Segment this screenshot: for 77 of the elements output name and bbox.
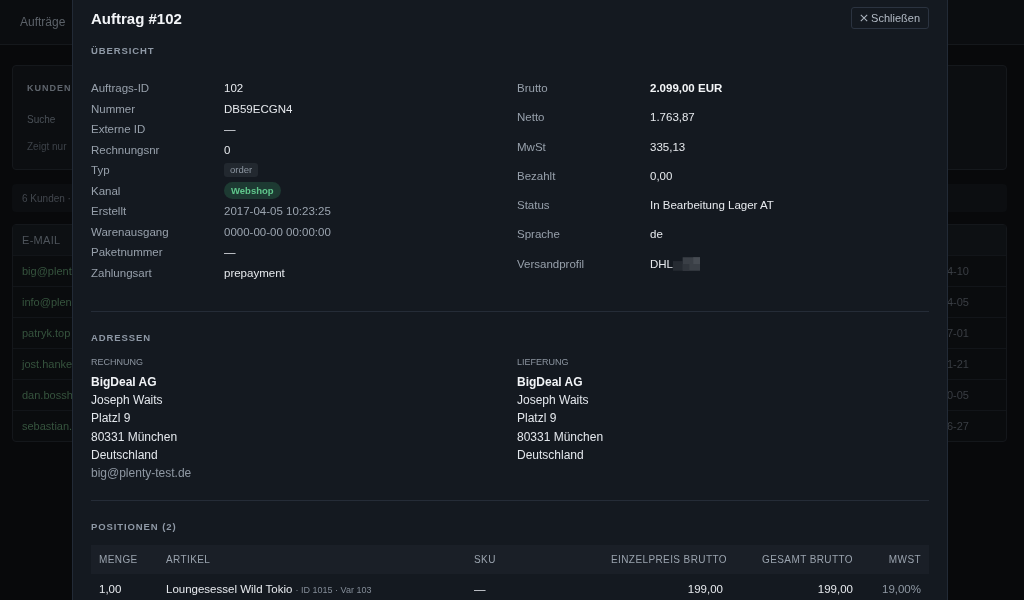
column-header: GESAMT BRUTTO	[731, 545, 861, 575]
company-name: BigDeal AG	[91, 374, 157, 391]
field-value: de	[650, 227, 663, 243]
article-name: Loungesessel Wild Tokio	[166, 583, 293, 596]
email-link[interactable]: sebastian.	[22, 420, 73, 432]
field-label: Erstellt	[91, 204, 128, 219]
email-address: big@plenty-test.de	[91, 465, 192, 482]
company-name: BigDeal AG	[517, 374, 583, 391]
article-meta: · ID 1015 · Var 103	[295, 585, 372, 596]
field-label: Rechnungsnr	[91, 142, 161, 158]
address-line: Joseph Waits	[517, 392, 589, 410]
column-header: MWST	[861, 545, 929, 575]
column-header: E-MAIL	[22, 234, 61, 246]
modal-title: Auftrag #102	[91, 9, 182, 27]
close-icon	[860, 14, 869, 22]
field-label: Kanal	[91, 183, 122, 199]
field-label: Sprache	[517, 227, 561, 243]
field-label: Bezahlt	[517, 168, 557, 184]
field-label: Brutto	[517, 81, 549, 96]
type-tag: order	[224, 163, 259, 178]
field-value: prepayment	[224, 265, 285, 281]
field-value: 2.099,00 EUR	[650, 81, 723, 96]
section-heading: ADRESSEN	[91, 331, 152, 345]
column-header: ARTIKEL	[158, 545, 466, 575]
column-header: MENGE	[91, 545, 158, 575]
field-label: Warenausgang	[91, 224, 170, 240]
field-value: —	[224, 122, 236, 137]
field-label: Netto	[517, 110, 546, 126]
field-value: —	[224, 245, 236, 260]
address-line: 80331 München	[91, 428, 178, 446]
field-label: Typ	[91, 163, 111, 178]
address-line: Deutschland	[517, 446, 584, 464]
total-price: 199,00	[817, 583, 853, 596]
field-label: Externe ID	[91, 122, 147, 137]
field-label: Auftrags-ID	[91, 81, 151, 96]
nav-link[interactable]: Aufträge	[20, 15, 66, 29]
field-label: Paketnummer	[91, 245, 164, 260]
column-header: SKU	[466, 545, 603, 575]
address-line: Joseph Waits	[91, 392, 163, 410]
field-value: 335,13	[650, 139, 686, 155]
field-value: In Bearbeitung Lager AT	[650, 198, 774, 214]
address-type-label: LIEFERUNG	[517, 356, 569, 368]
address-line: Platzl 9	[517, 410, 557, 428]
field-value: DB59ECGN4	[224, 101, 293, 117]
field-value: 102	[224, 81, 244, 96]
email-link[interactable]: info@plen	[22, 296, 72, 308]
card-title: KUNDEN	[27, 82, 72, 95]
column-header: EINZELPREIS BRUTTO	[603, 545, 731, 575]
close-button[interactable]: Schließen	[851, 7, 929, 29]
field-label: Zahlungsart	[91, 265, 153, 281]
vat-rate: 19,00%	[882, 583, 921, 596]
field-value: 2017-04-05 10:23:25	[224, 204, 331, 219]
section-heading: POSITIONEN (2)	[91, 520, 178, 535]
address-line: Deutschland	[91, 446, 158, 464]
field-value: 0	[224, 142, 231, 158]
email-link[interactable]: patryk.top	[22, 327, 71, 339]
address-type-label: RECHNUNG	[91, 356, 143, 368]
unit-price: 199,00	[687, 583, 723, 596]
sku-value: —	[474, 583, 486, 596]
quantity-value: 1,00	[99, 583, 122, 596]
address-line: 80331 München	[517, 428, 604, 446]
field-label: MwSt	[517, 139, 547, 155]
field-label: Versandprofil	[517, 256, 586, 272]
field-value: DHL	[650, 256, 673, 272]
email-link[interactable]: big@plent	[22, 265, 72, 277]
field-value: 1.763,87	[650, 110, 695, 126]
field-label: Status	[517, 198, 551, 214]
field-label: Nummer	[91, 101, 137, 117]
email-link[interactable]: jost.hanke	[22, 358, 73, 370]
email-link[interactable]: dan.bossh	[22, 389, 73, 401]
field-value: 0,00	[650, 168, 673, 184]
field-value: 0000-00-00 00:00:00	[224, 224, 331, 240]
channel-badge: Webshop	[224, 182, 281, 200]
section-heading: ÜBERSICHT	[91, 44, 156, 58]
pixelated-redaction-icon	[673, 256, 700, 271]
search-label: Suche	[27, 113, 56, 127]
address-line: Platzl 9	[91, 410, 131, 428]
